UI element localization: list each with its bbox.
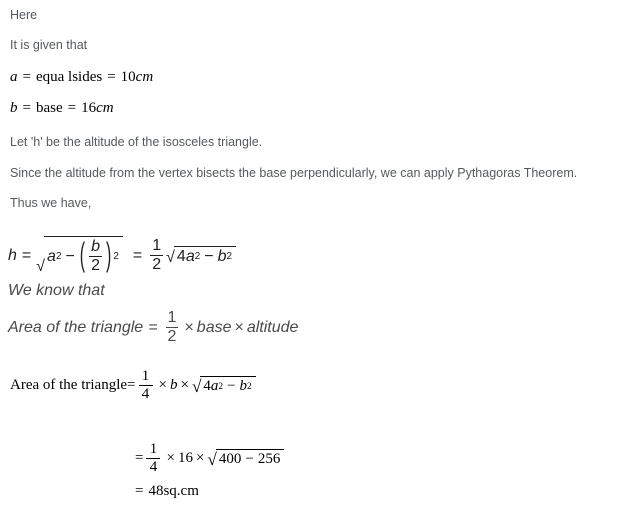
frac-numerator: b	[91, 238, 101, 255]
given-equal-sides: a = equa lsides = 10 cm	[10, 70, 153, 85]
given-base: b = base = 16 cm	[10, 101, 114, 116]
area-substituted-row: Area of the triangle= 1 4 × b × √ 4a2 − …	[10, 369, 256, 402]
altitude-minus: −	[65, 247, 75, 265]
area-formula-row: Area of the triangle = 1 2 × base × alti…	[8, 310, 298, 345]
area-substituted-four: 4	[203, 378, 211, 394]
frac-numerator: 1	[141, 368, 150, 384]
frac-denominator: 2	[152, 256, 162, 273]
area-formula-times-1: ×	[184, 318, 194, 336]
altitude-minus-2: −	[204, 247, 214, 265]
area-numeric-radical: √ 400 − 256	[207, 449, 285, 468]
area-numeric-equals: =	[135, 450, 144, 466]
area-substituted-times-1: ×	[158, 377, 167, 393]
frac-numerator: 1	[152, 237, 162, 254]
altitude-h: h	[8, 246, 17, 264]
area-substituted-b: b	[169, 377, 178, 393]
area-result-value: 48	[148, 483, 164, 499]
altitude-equation: h = √ a2 − ( b 2 ) 2 = 1 2 √ 4 a 2 − b 2	[8, 236, 236, 275]
given-a-label: equa lsides	[35, 69, 103, 85]
altitude-a2: a	[185, 247, 195, 265]
given-b-label: base	[35, 100, 63, 116]
prose-line-thus-we-have: Thus we have,	[10, 196, 92, 210]
altitude-equals-1: =	[21, 246, 32, 264]
area-numeric-times-2: ×	[195, 450, 205, 466]
frac-denominator: 2	[167, 328, 177, 345]
paren-open: (	[79, 237, 86, 274]
area-formula-altitude-word: altitude	[246, 318, 299, 336]
area-substituted-radical: √ 4a2 − b2	[192, 376, 256, 395]
prose-line-here: Here	[10, 8, 38, 22]
altitude-b-over-2: b 2	[89, 238, 103, 274]
area-substituted-b-rad: b	[239, 378, 248, 394]
area-formula-times-2: ×	[234, 318, 244, 336]
area-formula-one-half: 1 2	[165, 309, 179, 345]
prose-line-altitude-def: Let 'h' be the altitude of the isosceles…	[10, 135, 263, 149]
frac-denominator: 4	[141, 386, 150, 402]
area-formula-label: Area of the triangle	[8, 318, 144, 336]
prose-line-given: It is given that	[10, 38, 88, 52]
prose-line-pythagoras: Since the altitude from the vertex bisec…	[10, 166, 578, 180]
area-numeric-one-quarter: 1 4	[146, 441, 161, 475]
area-numeric-minus: −	[245, 451, 254, 467]
frac-numerator: 1	[167, 309, 177, 326]
given-b-symbol: b	[10, 100, 18, 116]
area-numeric-row: = 1 4 × 16 × √ 400 − 256	[135, 441, 285, 475]
given-b-equals-2: =	[67, 100, 77, 116]
area-result-equals: =	[135, 483, 144, 499]
given-a-symbol: a	[10, 69, 18, 85]
area-numeric-times-1: ×	[166, 450, 175, 466]
area-substituted-times-2: ×	[180, 377, 189, 393]
given-a-equals-1: =	[22, 69, 31, 85]
altitude-radical-2: √ 4a2 − b2	[166, 245, 236, 266]
area-result-unit: sq.cm	[163, 483, 199, 499]
altitude-four: 4	[176, 247, 186, 265]
altitude-one-half: 1 2	[150, 237, 164, 273]
frac-numerator: 1	[149, 441, 158, 457]
given-a-unit: cm	[135, 69, 154, 85]
altitude-b2: b	[217, 247, 227, 265]
we-know-that-line: We know that	[8, 282, 105, 299]
frac-denominator: 4	[149, 459, 158, 475]
given-a-equals-2: =	[107, 69, 116, 85]
given-b-equals-1: =	[22, 100, 31, 116]
area-numeric-value-a: 400	[218, 451, 242, 467]
area-substituted-minus: −	[227, 378, 236, 394]
paren-close: )	[106, 237, 112, 274]
area-substituted-a: a	[210, 378, 219, 394]
altitude-paren-group: ( b 2 ) 2	[79, 237, 119, 274]
altitude-radical-1: √ a2 − ( b 2 ) 2	[36, 236, 123, 275]
area-result-row: = 48 sq.cm	[135, 484, 199, 499]
area-numeric-value-b: 256	[257, 451, 281, 467]
given-a-value: 10	[120, 69, 136, 85]
given-b-unit: cm	[96, 100, 114, 116]
given-b-value: 16	[81, 100, 97, 116]
area-numeric-sixteen: 16	[177, 450, 193, 466]
area-substituted-one-quarter: 1 4	[138, 368, 153, 402]
area-substituted-label: Area of the triangle=	[10, 377, 136, 393]
altitude-a: a	[47, 247, 56, 265]
altitude-equals-2: =	[132, 246, 143, 264]
frac-denominator: 2	[91, 257, 101, 274]
area-formula-base-word: base	[196, 318, 232, 336]
area-formula-equals: =	[148, 318, 158, 336]
solution-document: Here It is given that a = equa lsides = …	[0, 0, 626, 506]
